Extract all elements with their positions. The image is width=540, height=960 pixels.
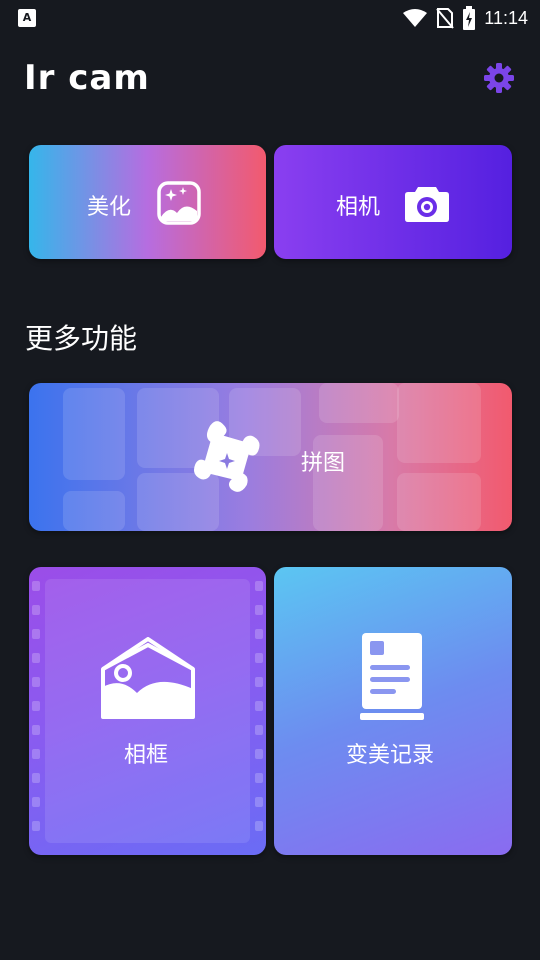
wifi-icon [403, 9, 428, 27]
beauty-label: 美化 [87, 195, 132, 220]
frame-button[interactable]: 相框 [29, 567, 266, 855]
status-bar: A 11:14 [0, 0, 540, 36]
beauty-button[interactable]: 美化 [29, 145, 266, 259]
picture-frame-icon [101, 637, 195, 719]
frame-label: 相框 [124, 743, 169, 768]
section-title: 更多功能 [25, 322, 138, 355]
background-photo [63, 388, 125, 480]
clock: 11:14 [484, 7, 528, 28]
film-strip-left [29, 567, 43, 855]
beauty-record-button[interactable]: 变美记录 [274, 567, 512, 855]
background-photo [319, 383, 399, 423]
collage-button[interactable]: 拼图 [29, 383, 512, 531]
beauty-record-label: 变美记录 [346, 743, 435, 768]
document-icon [360, 633, 424, 720]
film-strip-right [252, 567, 266, 855]
camera-label: 相机 [336, 195, 381, 220]
no-sim-icon [436, 8, 455, 29]
camera-button[interactable]: 相机 [274, 145, 512, 259]
battery-charging-icon [463, 6, 476, 30]
image-sparkle-icon [157, 181, 201, 225]
camera-icon [405, 187, 449, 222]
app-title: Ir cam [24, 58, 150, 98]
background-photo [397, 473, 481, 531]
puzzle-icon [194, 421, 260, 492]
background-photo [63, 491, 125, 531]
gear-icon[interactable] [483, 62, 515, 94]
collage-label: 拼图 [301, 451, 346, 476]
background-photo [397, 383, 481, 463]
notification-icon: A [18, 9, 36, 27]
